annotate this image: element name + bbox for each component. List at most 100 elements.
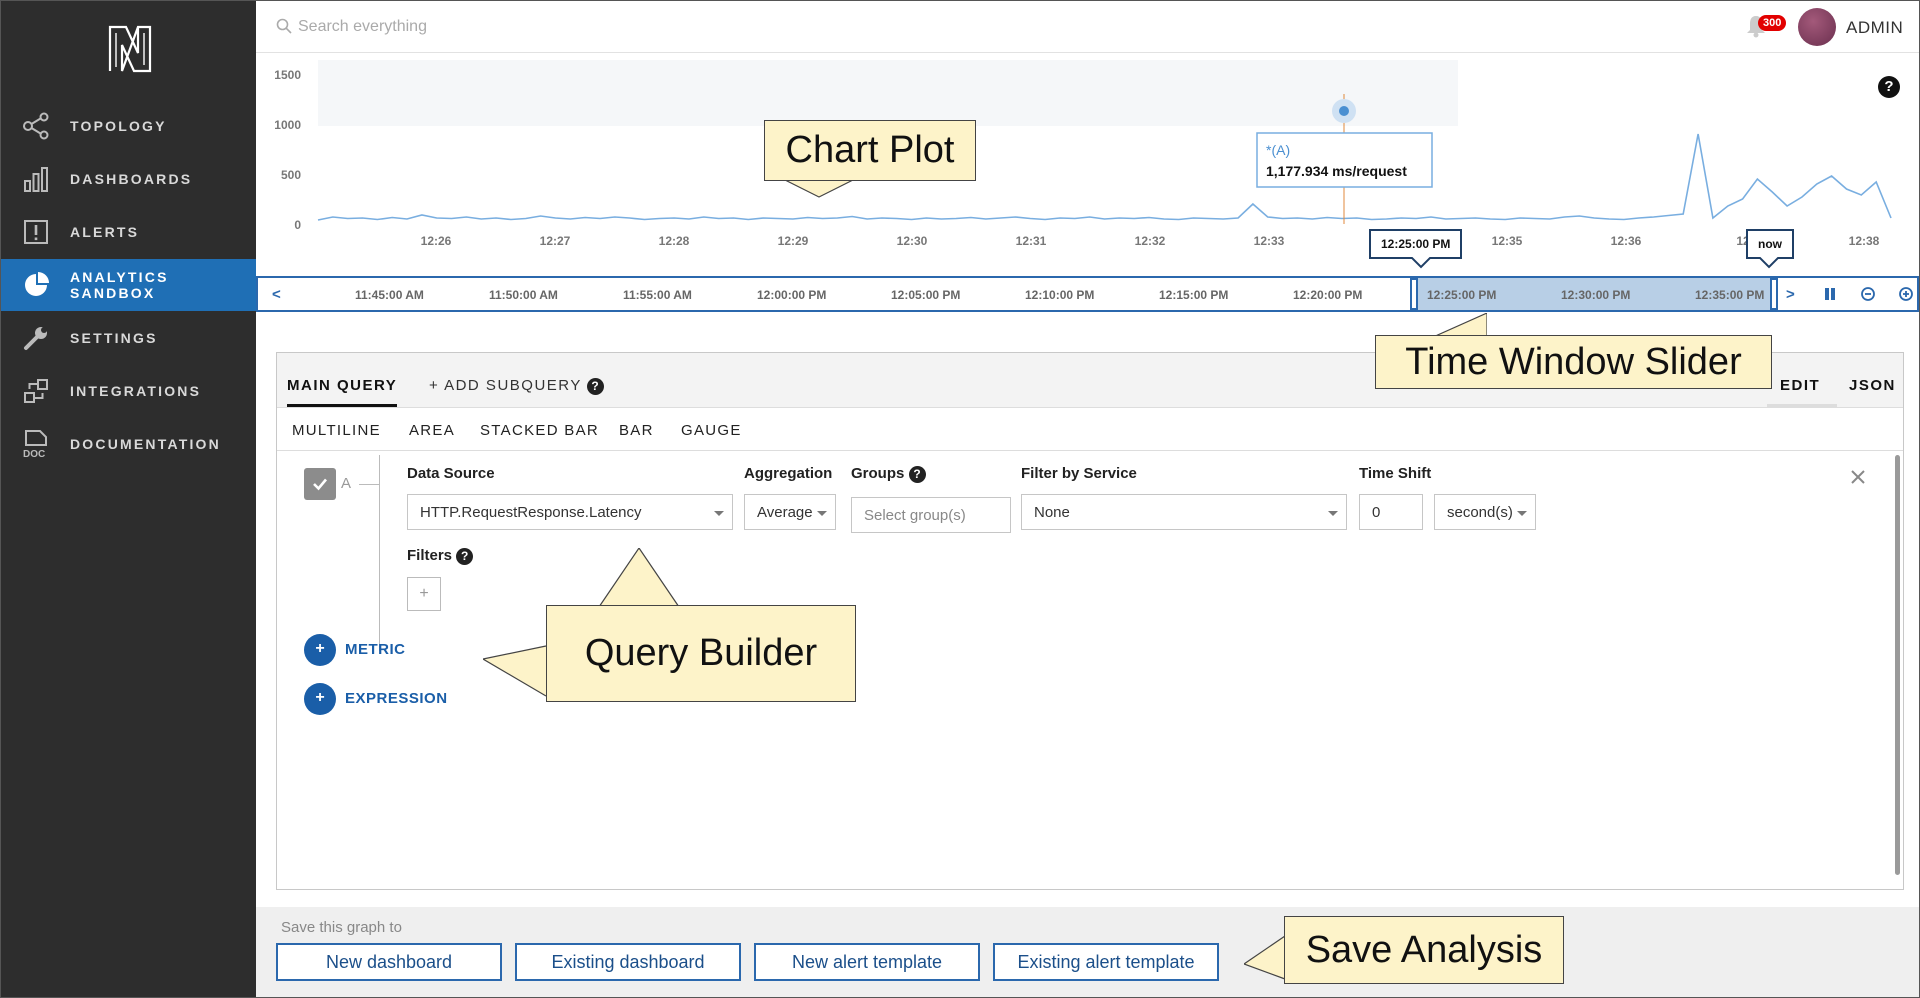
sidebar-item-analytics-sandbox[interactable]: ANALYTICS SANDBOX (1, 259, 256, 311)
chart-type-gauge[interactable]: GAUGE (681, 422, 742, 439)
add-expression-label[interactable]: EXPRESSION (345, 690, 448, 707)
sidebar-item-settings[interactable]: SETTINGS (1, 312, 256, 364)
chevron-down-icon (1517, 511, 1527, 516)
filter-by-service-value: None (1034, 504, 1070, 521)
tooltip-series: *(A) (1266, 142, 1290, 158)
pause-icon[interactable] (1823, 287, 1837, 301)
callout-chart-plot: Chart Plot (764, 120, 976, 181)
time-shift-unit-value: second(s) (1447, 504, 1513, 521)
row-a-checkbox[interactable] (304, 468, 336, 500)
close-icon[interactable] (1850, 469, 1866, 485)
sidebar-item-topology[interactable]: TOPOLOGY (1, 100, 256, 152)
sidebar-item-label: SETTINGS (70, 330, 158, 346)
x-tick-label: 12:27 (540, 234, 571, 248)
slider-end-handle[interactable] (1770, 278, 1778, 310)
search-icon (276, 18, 292, 34)
sidebar-item-label: INTEGRATIONS (70, 383, 202, 399)
chart-type-area[interactable]: AREA (409, 422, 455, 439)
dashboards-icon (21, 164, 51, 194)
slider-start-handle[interactable] (1410, 278, 1418, 310)
chart-type-stacked-bar[interactable]: STACKED BAR (480, 422, 599, 439)
tooltip-value: 1,177.934 ms/request (1266, 163, 1407, 179)
help-icon[interactable]: ? (908, 465, 926, 483)
new-dashboard-button[interactable]: New dashboard (276, 943, 502, 981)
groups-label-wrap: Groups ? (851, 465, 926, 483)
slider-time-label: 12:30:00 PM (1561, 288, 1631, 302)
existing-dashboard-button[interactable]: Existing dashboard (515, 943, 741, 981)
aggregation-select[interactable]: Average (744, 494, 836, 530)
avatar[interactable] (1798, 8, 1836, 46)
help-icon[interactable]: ? (587, 377, 605, 395)
sidebar-item-label: ANALYTICS SANDBOX (70, 269, 169, 301)
new-alert-template-button[interactable]: New alert template (754, 943, 980, 981)
slider-time-label: 12:15:00 PM (1159, 288, 1229, 302)
popup-pointer (1759, 257, 1779, 269)
series-line (317, 133, 1892, 221)
sidebar-item-integrations[interactable]: INTEGRATIONS (1, 365, 256, 417)
chart-type-bar[interactable]: BAR (619, 422, 654, 439)
hover-point (1339, 106, 1349, 116)
chart-type-tabs: MULTILINE AREA STACKED BAR BAR GAUGE (277, 409, 1903, 451)
data-source-label: Data Source (407, 465, 495, 482)
notification-badge: 300 (1758, 15, 1787, 31)
time-shift-input[interactable] (1359, 494, 1423, 530)
tab-add-subquery[interactable]: + ADD SUBQUERY ? (429, 377, 605, 395)
row-connector (359, 484, 379, 485)
zoom-in-icon[interactable] (1898, 286, 1914, 302)
panel-scrollbar[interactable] (1895, 455, 1900, 875)
logo-icon[interactable] (104, 23, 156, 75)
slider-time-label: 12:35:00 PM (1695, 288, 1765, 302)
x-tick-label: 12:36 (1611, 234, 1642, 248)
add-filter-button[interactable]: + (407, 577, 441, 611)
add-metric-button[interactable]: + (304, 634, 336, 666)
check-icon (313, 478, 327, 491)
topology-icon (21, 111, 51, 141)
time-shift-unit-select[interactable]: second(s) (1434, 494, 1536, 530)
tab-json[interactable]: JSON (1849, 377, 1896, 394)
slider-end-popup: now (1746, 229, 1794, 259)
zoom-out-icon[interactable] (1860, 286, 1876, 302)
x-tick-label: 12:26 (421, 234, 452, 248)
time-window-slider[interactable]: < 11:45:00 AM 11:50:00 AM 11:55:00 AM 12… (256, 276, 1919, 312)
active-tab-underline (287, 404, 397, 407)
existing-alert-template-button[interactable]: Existing alert template (993, 943, 1219, 981)
save-label: Save this graph to (281, 919, 402, 936)
y-tick-label: 1500 (274, 68, 301, 82)
chart-type-multiline[interactable]: MULTILINE (292, 422, 381, 439)
aggregation-label: Aggregation (744, 465, 833, 482)
sidebar-item-label: DOCUMENTATION (70, 436, 221, 452)
add-metric-label[interactable]: METRIC (345, 641, 406, 658)
time-shift-label: Time Shift (1359, 465, 1432, 482)
help-icon[interactable]: ? (456, 547, 474, 565)
filter-by-service-select[interactable]: None (1021, 494, 1347, 530)
row-letter: A (341, 475, 352, 492)
settings-icon (21, 323, 51, 353)
sidebar-item-label: TOPOLOGY (70, 118, 167, 134)
x-tick-label: 12:31 (1016, 234, 1047, 248)
filters-label: Filters (407, 547, 453, 564)
sidebar-item-dashboards[interactable]: DASHBOARDS (1, 153, 256, 205)
chart-plot[interactable]: 1500 1000 500 0 12:26 12:27 12:28 12:29 12:30 12:… (256, 54, 1919, 274)
callout-save-analysis: Save Analysis (1284, 916, 1564, 984)
add-expression-button[interactable]: + (304, 683, 336, 715)
sidebar: TOPOLOGY DASHBOARDS ALERTS ANALYTICS SAN… (1, 1, 256, 997)
user-name[interactable]: ADMIN (1846, 18, 1903, 38)
tab-edit[interactable]: EDIT (1780, 377, 1820, 394)
data-source-select[interactable]: HTTP.RequestResponse.Latency (407, 494, 733, 530)
sidebar-item-label: ALERTS (70, 224, 140, 240)
groups-input[interactable] (851, 497, 1011, 533)
sidebar-item-alerts[interactable]: ALERTS (1, 206, 256, 258)
popup-pointer (1411, 257, 1431, 269)
slider-prev-button[interactable]: < (272, 286, 281, 303)
tab-main-query[interactable]: MAIN QUERY (287, 377, 397, 394)
search-input[interactable] (298, 13, 798, 41)
data-source-value: HTTP.RequestResponse.Latency (420, 504, 642, 521)
x-tick-label: 12:29 (778, 234, 809, 248)
x-tick-label: 12:33 (1254, 234, 1285, 248)
slider-next-button[interactable]: > (1786, 286, 1795, 303)
help-icon[interactable]: ? (1878, 76, 1900, 98)
save-bar: Save this graph to New dashboard Existin… (256, 907, 1919, 997)
filters-label-wrap: Filters ? (407, 547, 474, 565)
y-tick-label: 1000 (274, 118, 301, 132)
sidebar-item-documentation[interactable]: DOC DOCUMENTATION (1, 418, 256, 470)
